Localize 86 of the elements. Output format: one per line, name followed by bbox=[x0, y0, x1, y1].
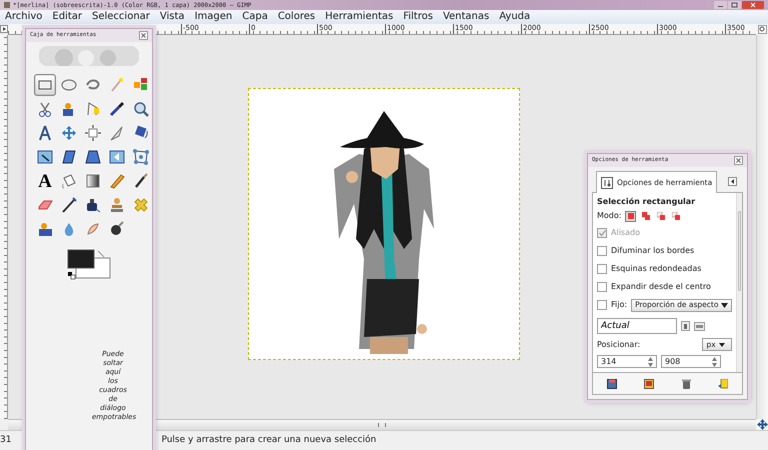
dodge-icon bbox=[108, 220, 126, 238]
stamp-icon bbox=[108, 196, 126, 214]
mode-label: Modo: bbox=[597, 210, 622, 222]
mode-button[interactable] bbox=[670, 210, 682, 222]
checkbox[interactable] bbox=[597, 300, 607, 310]
status-message: Pulse y arrastre para crear una nueva selección bbox=[161, 434, 376, 447]
app-icon bbox=[4, 2, 10, 8]
menu-item[interactable]: Herramientas bbox=[325, 12, 394, 22]
caret-icon bbox=[721, 302, 728, 308]
menu-item[interactable]: Archivo bbox=[5, 12, 42, 22]
menu-item[interactable]: Ventanas bbox=[442, 12, 490, 22]
zoom-icon[interactable] bbox=[758, 25, 766, 34]
brush-icon bbox=[132, 172, 150, 190]
checkbox[interactable] bbox=[597, 246, 607, 256]
menu-item[interactable]: Imagen bbox=[194, 12, 232, 22]
ruler-menu-icon[interactable] bbox=[0, 24, 8, 35]
text-tool-button[interactable]: A bbox=[34, 170, 56, 192]
move-arrows-icon bbox=[60, 124, 78, 142]
ink-bottle-icon bbox=[84, 196, 102, 214]
tool-options-icon bbox=[601, 176, 613, 188]
move-arrows-icon[interactable] bbox=[756, 419, 768, 430]
scroll-thumb[interactable] bbox=[738, 211, 741, 291]
tool-button[interactable] bbox=[130, 146, 152, 168]
menu-item[interactable]: Capa bbox=[242, 12, 268, 22]
cross-shape-icon bbox=[132, 196, 150, 214]
portrait-icon[interactable] bbox=[681, 321, 690, 331]
airbrush-icon bbox=[60, 196, 78, 214]
option-label: Difuminar los bordes bbox=[611, 245, 694, 257]
search-icon bbox=[132, 100, 150, 118]
gradient-icon bbox=[84, 172, 102, 190]
option-label: Esquinas redondeadas bbox=[611, 263, 702, 275]
menu-item[interactable]: Editar bbox=[52, 12, 82, 22]
nodes-icon bbox=[132, 148, 150, 166]
reset-icon[interactable] bbox=[718, 378, 728, 388]
options-scrollbar[interactable] bbox=[736, 193, 742, 372]
pencil-icon bbox=[108, 172, 126, 190]
mode-squares-icon bbox=[672, 212, 680, 220]
close-icon[interactable] bbox=[742, 1, 764, 9]
position-label: Posicionar: bbox=[597, 338, 640, 350]
save-icon[interactable] bbox=[606, 378, 617, 388]
scale-icon bbox=[36, 148, 54, 166]
minimize-icon[interactable] bbox=[714, 1, 727, 9]
spin-arrows-icon bbox=[712, 356, 717, 366]
maximize-icon[interactable] bbox=[728, 1, 741, 9]
caret-icon bbox=[718, 342, 725, 346]
mode-button[interactable] bbox=[625, 210, 636, 222]
tool-button[interactable] bbox=[82, 122, 104, 144]
option-label: Expandir desde el centro bbox=[611, 281, 711, 293]
pipette-icon bbox=[108, 100, 126, 118]
menu-item[interactable]: Filtros bbox=[403, 12, 433, 22]
option-label: Alisado bbox=[611, 227, 640, 239]
menu-item[interactable]: Seleccionar bbox=[92, 12, 150, 22]
mode-button[interactable] bbox=[640, 210, 652, 222]
spin-field[interactable]: 908 bbox=[661, 355, 721, 368]
flip-icon bbox=[108, 148, 126, 166]
menu-item[interactable]: Vista bbox=[160, 12, 185, 22]
landscape-icon[interactable] bbox=[694, 322, 705, 330]
coordinates-text: 31 bbox=[0, 434, 12, 447]
checkbox[interactable] bbox=[597, 264, 607, 274]
spin-field[interactable]: 314 bbox=[597, 355, 657, 368]
menu-item[interactable]: Colores bbox=[278, 12, 316, 22]
mode-squares-icon bbox=[656, 212, 665, 220]
image-canvas[interactable] bbox=[248, 88, 520, 360]
close-icon[interactable] bbox=[139, 31, 148, 40]
spin-arrows-icon bbox=[648, 356, 653, 366]
checkbox[interactable] bbox=[597, 282, 607, 292]
trapezoid-icon bbox=[84, 148, 102, 166]
option-label: Fijo: bbox=[611, 299, 628, 311]
compass-icon bbox=[36, 124, 54, 142]
vertical-scrollbar[interactable] bbox=[756, 35, 768, 419]
person-icon bbox=[36, 220, 54, 238]
mode-squares-icon bbox=[626, 212, 635, 220]
options-heading: Selección rectangular bbox=[597, 196, 696, 208]
scissors-icon bbox=[36, 100, 54, 118]
trash-icon[interactable] bbox=[682, 378, 691, 388]
bucket-icon bbox=[60, 172, 78, 190]
crosshair-icon bbox=[84, 124, 102, 142]
close-icon[interactable] bbox=[734, 156, 743, 165]
checkmark-icon bbox=[598, 230, 606, 236]
mode-squares-icon bbox=[642, 212, 650, 220]
mode-button[interactable] bbox=[655, 210, 666, 222]
menu-item[interactable]: Ayuda bbox=[499, 12, 530, 22]
restore-icon[interactable] bbox=[644, 378, 654, 388]
tool-button[interactable] bbox=[34, 74, 56, 96]
tab-menu-icon[interactable] bbox=[728, 177, 737, 186]
color-swatches-drawing[interactable] bbox=[66, 248, 112, 280]
